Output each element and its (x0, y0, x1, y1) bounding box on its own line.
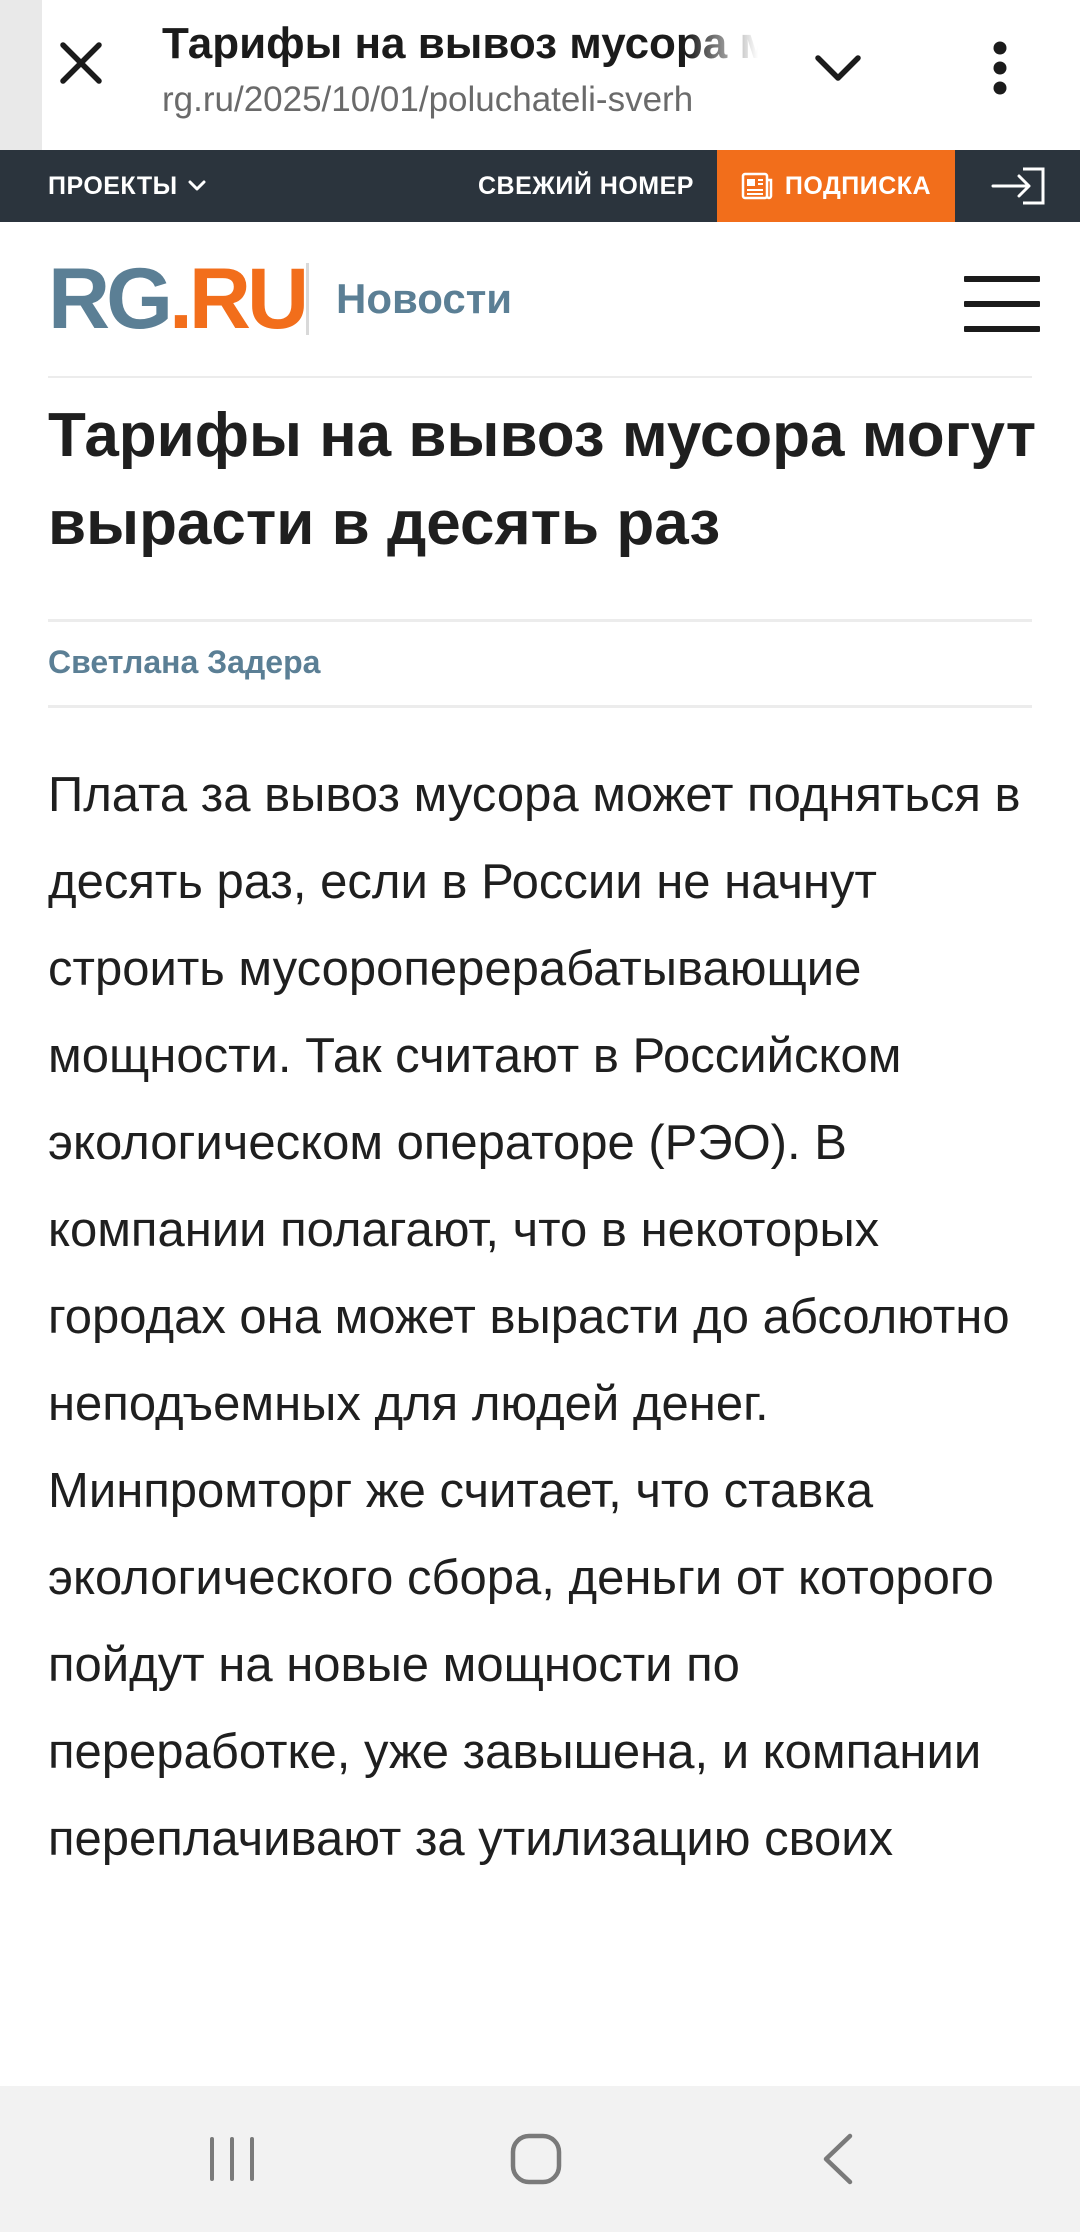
overflow-menu-button[interactable] (970, 36, 1030, 100)
recents-icon (210, 2137, 254, 2181)
system-nav-bar (0, 2086, 1080, 2232)
author-link[interactable]: Светлана Задера (48, 638, 320, 686)
projects-label: ПРОЕКТЫ (48, 171, 178, 200)
chevron-down-icon (815, 55, 861, 81)
subscribe-label: ПОДПИСКА (784, 171, 932, 200)
hamburger-line (964, 326, 1040, 332)
logo-rg: RG (48, 251, 173, 347)
login-button[interactable] (955, 150, 1080, 222)
login-icon (991, 167, 1044, 205)
left-edge-strip (0, 0, 42, 150)
home-icon (510, 2133, 562, 2185)
close-tab-button[interactable] (52, 34, 110, 92)
chevron-down-icon (188, 180, 206, 192)
logo-ru: RU (188, 251, 309, 347)
article-body: Плата за вывоз мусора может подняться в … (48, 768, 1021, 1866)
rg-logo[interactable]: RG. RU (48, 251, 309, 347)
close-icon (60, 42, 102, 84)
hamburger-line (964, 276, 1040, 282)
tab-title: Тарифы на вывоз мусора могут вырасти в д… (162, 19, 758, 68)
back-button[interactable] (778, 2114, 898, 2204)
back-icon (823, 2133, 853, 2185)
subscribe-button[interactable]: ПОДПИСКА (717, 150, 955, 222)
logo-divider (306, 263, 309, 335)
article-headline: Тарифы на вывоз мусора могут вырасти в д… (48, 401, 1037, 558)
expand-button[interactable] (806, 40, 870, 96)
header-divider (48, 376, 1032, 378)
logo-dot: . (169, 251, 193, 347)
home-button[interactable] (476, 2114, 596, 2204)
headline-divider (48, 619, 1032, 622)
recents-button[interactable] (172, 2114, 292, 2204)
projects-dropdown[interactable]: ПРОЕКТЫ (48, 150, 206, 222)
hamburger-menu-button[interactable] (964, 276, 1040, 332)
section-link-news[interactable]: Новости (336, 270, 512, 328)
newspaper-icon (741, 172, 773, 200)
author-divider (48, 705, 1032, 708)
tab-url[interactable]: rg.ru/2025/10/01/poluchateli-sverh (162, 76, 758, 124)
site-top-strip: ПРОЕКТЫ СВЕЖИЙ НОМЕР ПОДПИСКА (0, 150, 1080, 222)
browser-top-bar: Тарифы на вывоз мусора могут вырасти в д… (0, 0, 1080, 150)
more-vert-icon (993, 41, 1007, 95)
hamburger-line (964, 301, 1040, 307)
fresh-issue-link[interactable]: СВЕЖИЙ НОМЕР (478, 150, 694, 222)
